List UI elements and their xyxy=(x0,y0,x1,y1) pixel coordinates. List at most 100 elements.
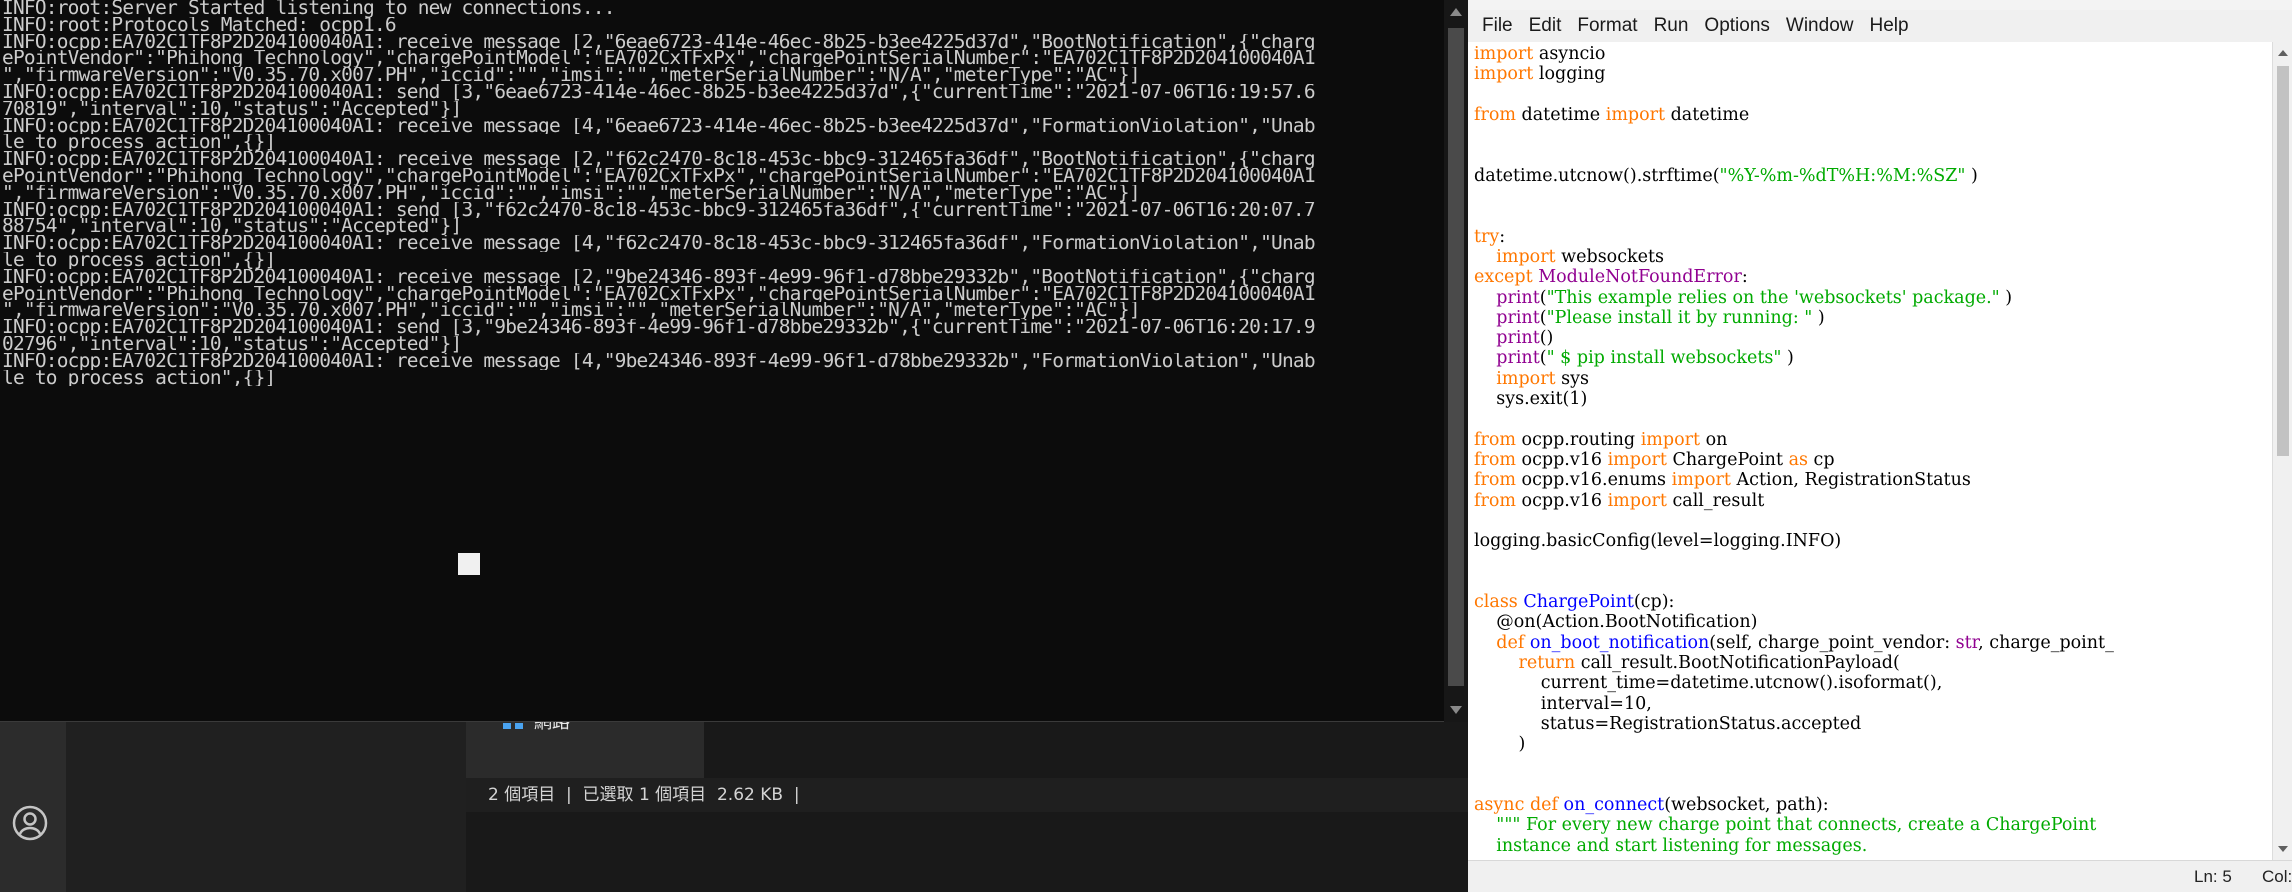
code-token: datetime xyxy=(1665,104,1750,125)
code-line: """ For every new charge point that conn… xyxy=(1474,815,2264,835)
console-scroll-thumb[interactable] xyxy=(1448,28,1464,686)
code-token: status=RegistrationStatus.accepted xyxy=(1474,713,1862,734)
code-token: def xyxy=(1496,632,1525,653)
console-line: INFO:ocpp:EA702C1TF8P2D204100040A1: rece… xyxy=(2,352,1316,370)
menu-file[interactable]: File xyxy=(1474,15,1521,37)
editor-scrollbar[interactable] xyxy=(2272,42,2292,860)
console-line: ","firmwareVersion":"V0.35.70.x007.PH","… xyxy=(2,302,1141,320)
menu-window[interactable]: Window xyxy=(1778,15,1862,37)
console-line: INFO:ocpp:EA702C1TF8P2D204100040A1: send… xyxy=(2,319,1316,336)
code-line: class ChargePoint(cp): xyxy=(1474,592,2264,612)
code-token: import xyxy=(1496,246,1556,267)
code-editor[interactable]: import asyncio import logging from datetim… xyxy=(1474,44,2264,860)
code-token: ocpp.v16.enums xyxy=(1515,470,1672,491)
console-line: INFO:ocpp:EA702C1TF8P2D204100040A1: send… xyxy=(2,201,1316,219)
code-token: ocpp.v16 xyxy=(1515,449,1608,470)
console-line: INFO:ocpp:EA702C1TF8P2D204100040A1: rece… xyxy=(2,117,1316,135)
code-token: from xyxy=(1474,490,1516,511)
console-scrollbar[interactable] xyxy=(1444,0,1468,722)
console-line: le to process action",{}] xyxy=(2,134,276,152)
scroll-down-icon[interactable] xyxy=(2278,846,2288,852)
code-token: async xyxy=(1474,794,1525,815)
console-line: le to process action",{}] xyxy=(2,251,276,269)
code-token: print xyxy=(1496,307,1540,328)
code-token: import xyxy=(1671,470,1731,491)
code-token: import xyxy=(1607,449,1667,470)
code-token: current_time=datetime.utcnow().isoformat… xyxy=(1474,673,1943,694)
console-line: INFO:root:Server Started listening to ne… xyxy=(2,0,615,17)
code-token: () xyxy=(1539,328,1554,349)
code-token: Action, RegistrationStatus xyxy=(1730,470,1971,491)
console-line: ","firmwareVersion":"V0.35.70.x007.PH","… xyxy=(2,184,1141,202)
idle-title-edge xyxy=(1468,0,2292,10)
code-token: interval=10, xyxy=(1474,693,1652,714)
code-token: datetime xyxy=(1515,104,1606,125)
console-cursor xyxy=(458,553,480,575)
console-line: ePointVendor":"Phihong Technology","char… xyxy=(2,50,1316,68)
code-token: asyncio xyxy=(1533,44,1606,64)
code-token: ( xyxy=(1539,287,1547,308)
code-token: print xyxy=(1496,328,1540,349)
idle-status-bar: Ln: 5 Col: 0 xyxy=(1468,860,2292,892)
menu-format[interactable]: Format xyxy=(1569,15,1645,37)
code-token: ) xyxy=(1965,165,1978,186)
editor-scroll-thumb[interactable] xyxy=(2277,66,2289,456)
code-token: str xyxy=(1955,632,1979,653)
code-line: def on_boot_notification(self, charge_po… xyxy=(1474,633,2264,653)
scroll-up-icon[interactable] xyxy=(2278,50,2288,56)
code-line: instance and start listening for message… xyxy=(1474,836,2264,856)
scroll-down-icon[interactable] xyxy=(1450,706,1462,714)
line-indicator: Ln: 5 xyxy=(2194,867,2232,886)
menu-edit[interactable]: Edit xyxy=(1521,15,1570,37)
idle-editor-window[interactable]: File Edit Format Run Options Window Help… xyxy=(1468,0,2292,892)
code-token: " $ pip install websockets" xyxy=(1546,348,1782,369)
code-token: ) xyxy=(1812,307,1825,328)
code-line: import sys xyxy=(1474,369,2264,389)
code-line: print() xyxy=(1474,328,2264,348)
console-line: 70819","interval":10,"status":"Accepted"… xyxy=(2,100,462,118)
menu-run[interactable]: Run xyxy=(1646,15,1697,37)
console-line: ePointVendor":"Phihong Technology","char… xyxy=(2,167,1316,185)
menu-help[interactable]: Help xyxy=(1861,15,1916,37)
explorer-status-bar: 2 個項目 | 已選取 1 個項目 2.62 KB | xyxy=(466,778,1470,812)
code-token: try xyxy=(1474,226,1500,247)
console-output: INFO:root:Server Started listening to ne… xyxy=(2,0,1442,386)
code-token: ChargePoint xyxy=(1517,592,1634,613)
code-line: from datetime import datetime xyxy=(1474,105,2264,125)
code-line: return call_result.BootNotificationPaylo… xyxy=(1474,653,2264,673)
code-token: import xyxy=(1607,490,1667,511)
code-token: logging xyxy=(1533,64,1606,85)
account-icon[interactable] xyxy=(12,805,48,841)
code-token: "Please install it by running: " xyxy=(1546,307,1813,328)
code-token: sys xyxy=(1555,368,1590,389)
menu-options[interactable]: Options xyxy=(1696,15,1777,37)
code-line: import asyncio xyxy=(1474,44,2264,64)
code-line: @on(Action.BootNotification) xyxy=(1474,612,2264,632)
code-token: from xyxy=(1474,429,1516,450)
console-line: INFO:ocpp:EA702C1TF8P2D204100040A1: rece… xyxy=(2,151,1316,168)
console-window[interactable]: INFO:root:Server Started listening to ne… xyxy=(0,0,1468,722)
code-token: except xyxy=(1474,267,1533,288)
console-line: ePointVendor":"Phihong Technology","char… xyxy=(2,285,1316,303)
code-token: "%Y-%m-%dT%H:%M:%SZ" xyxy=(1719,165,1966,186)
code-token: websockets xyxy=(1555,246,1664,267)
code-token: as xyxy=(1788,449,1808,470)
code-token: ChargePoint xyxy=(1666,449,1789,470)
code-token: ) xyxy=(1781,348,1794,369)
code-token: , charge_point_ xyxy=(1978,632,2114,653)
console-line: ","firmwareVersion":"V0.35.70.x007.PH","… xyxy=(2,67,1141,84)
code-token: on xyxy=(1700,429,1728,450)
idle-menubar: File Edit Format Run Options Window Help xyxy=(1468,10,2292,42)
code-line: from ocpp.routing import on xyxy=(1474,430,2264,450)
scroll-up-icon[interactable] xyxy=(1450,8,1462,16)
code-token: instance and start listening for message… xyxy=(1474,835,1868,856)
code-token: (self, charge_point_vendor: xyxy=(1709,632,1956,653)
code-token: logging.basicConfig(level=logging.INFO) xyxy=(1474,531,1842,552)
